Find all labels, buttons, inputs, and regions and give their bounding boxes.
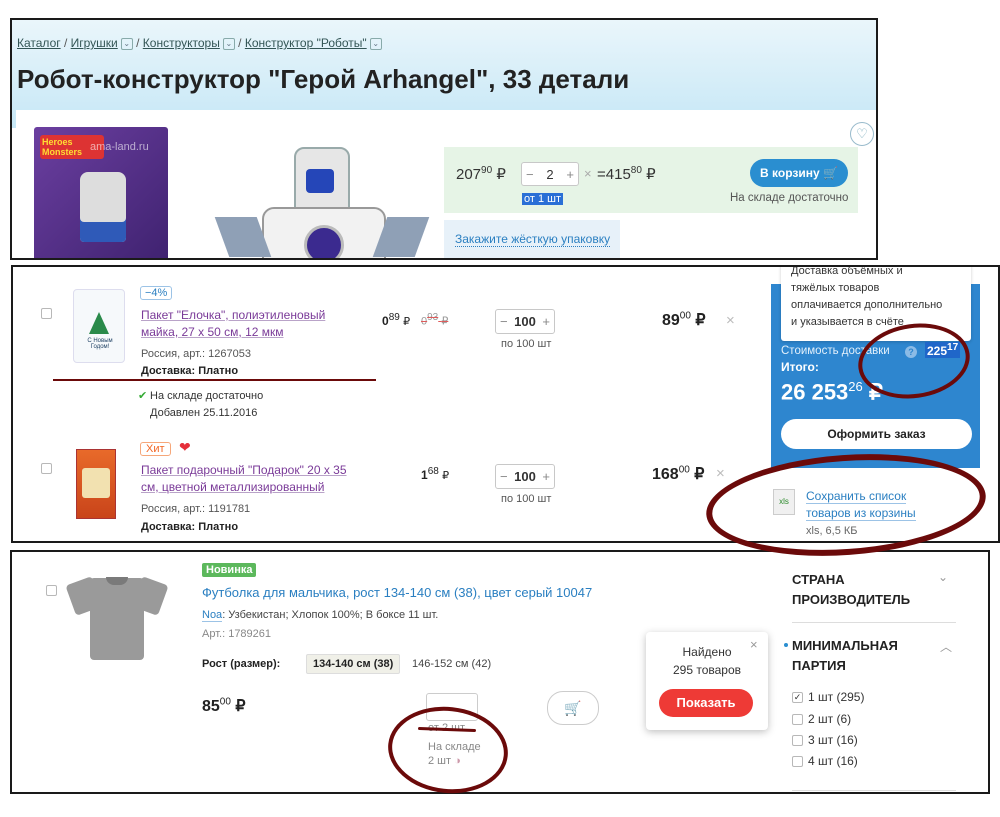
tshirt-image[interactable] bbox=[65, 574, 169, 664]
filter-country-title[interactable]: СТРАНА ПРОИЗВОДИТЕЛЬ bbox=[792, 570, 910, 610]
robot-mini-icon bbox=[80, 172, 126, 242]
filter-min-title[interactable]: МИНИМАЛЬНАЯ ПАРТИЯ bbox=[792, 636, 898, 676]
item-checkbox[interactable] bbox=[46, 585, 57, 596]
filter-option-label[interactable]: 1 шт (295) bbox=[808, 690, 864, 704]
gift-bag-image[interactable] bbox=[76, 449, 116, 519]
item-name-link[interactable]: Пакет подарочный "Подарок" 20 х 35 см, ц… bbox=[141, 462, 347, 496]
packaging-link[interactable]: Закажите жёсткую упаковку bbox=[444, 220, 620, 258]
listing-cart-button[interactable]: 🛒 bbox=[547, 691, 599, 725]
add-to-cart-button[interactable]: В корзину 🛒 bbox=[750, 159, 848, 187]
remove-icon[interactable]: × bbox=[716, 465, 725, 482]
times-icon: × bbox=[584, 166, 592, 181]
brand-link[interactable]: Noa bbox=[202, 609, 223, 622]
listing-article: Арт.: 1789261 bbox=[202, 628, 272, 640]
item-total: 16800 ₽ bbox=[652, 464, 705, 483]
plus-button[interactable]: + bbox=[542, 314, 550, 329]
page-title: Робот-конструктор "Герой Arhangel", 33 д… bbox=[17, 64, 630, 94]
item-checkbox[interactable] bbox=[41, 463, 52, 474]
product-robot-image[interactable] bbox=[214, 147, 430, 258]
listing-title-link[interactable]: Футболка для мальчика, рост 134-140 см (… bbox=[202, 585, 592, 600]
breadcrumb-robots[interactable]: Конструктор "Роботы" bbox=[245, 36, 367, 50]
item-total: 8900 ₽ bbox=[662, 310, 706, 329]
item-stock: На складе достаточно bbox=[150, 390, 264, 402]
new-badge: Новинка bbox=[202, 563, 257, 577]
quantity-value[interactable]: 100 bbox=[514, 469, 536, 484]
item-quantity-stepper[interactable]: − 100 + bbox=[495, 309, 555, 334]
unit-price: 20790 ₽ bbox=[456, 165, 506, 183]
item-origin: Россия, арт.: 1267053 bbox=[141, 348, 251, 360]
show-results-button[interactable]: Показать bbox=[659, 689, 753, 717]
total-label: Итого: bbox=[781, 360, 819, 374]
filter-checkbox-1[interactable]: ✓ bbox=[792, 692, 803, 703]
item-added: Добавлен 25.11.2016 bbox=[150, 407, 258, 419]
item-old-price: 093 ₽ bbox=[421, 312, 449, 328]
listing-price: 8500 ₽ bbox=[202, 696, 246, 715]
tree-icon bbox=[89, 312, 109, 334]
quantity-value[interactable]: 2 bbox=[546, 167, 553, 182]
minus-button[interactable]: − bbox=[500, 469, 508, 484]
item-price: 168 ₽ bbox=[421, 466, 450, 482]
quantity-value[interactable]: 100 bbox=[514, 314, 536, 329]
size-option-selected[interactable]: 134-140 см (38) bbox=[306, 654, 401, 674]
item-origin: Россия, арт.: 1191781 bbox=[141, 503, 251, 515]
chevron-down-icon[interactable]: ⌄ bbox=[120, 37, 133, 50]
filter-checkbox-3[interactable] bbox=[792, 735, 803, 746]
discount-badge: −4% bbox=[140, 286, 173, 300]
red-underline bbox=[53, 379, 376, 381]
minus-button[interactable]: − bbox=[500, 314, 508, 329]
filter-option-label[interactable]: 4 шт (16) bbox=[808, 754, 858, 768]
active-filter-dot bbox=[784, 643, 788, 647]
filter-divider bbox=[792, 790, 956, 791]
heart-icon[interactable]: ♡ bbox=[850, 122, 874, 146]
min-qty-note: от 1 шт bbox=[522, 193, 564, 205]
plus-button[interactable]: + bbox=[542, 469, 550, 484]
minus-button[interactable]: − bbox=[526, 167, 534, 182]
cart-icon: 🛒 bbox=[823, 166, 838, 180]
stock-status: На складе достаточно bbox=[730, 192, 849, 204]
hit-badge: Хит bbox=[140, 442, 171, 456]
item-checkbox[interactable] bbox=[41, 308, 52, 319]
found-label: Найдено bbox=[682, 645, 732, 659]
breadcrumb-toys[interactable]: Игрушки bbox=[71, 36, 118, 50]
remove-icon[interactable]: × bbox=[726, 312, 735, 329]
total-price: =41580 ₽ bbox=[597, 165, 656, 183]
qty-note: по 100 шт bbox=[501, 338, 552, 350]
product-box-image[interactable]: Heroes Monsters ama-land.ru bbox=[34, 127, 168, 258]
filter-option-label[interactable]: 3 шт (16) bbox=[808, 733, 858, 747]
filter-checkbox-2[interactable] bbox=[792, 714, 803, 725]
chevron-down-icon[interactable]: ⌄ bbox=[938, 570, 948, 584]
product-panel: Каталог / Игрушки ⌄ / Конструкторы ⌄ / Кон… bbox=[10, 18, 878, 260]
breadcrumb-constructors[interactable]: Конструкторы bbox=[143, 36, 220, 50]
filter-divider bbox=[792, 622, 956, 623]
found-count: 295 товаров bbox=[672, 663, 742, 677]
item-quantity-stepper[interactable]: − 100 + bbox=[495, 464, 555, 489]
cart-icon: 🛒 bbox=[564, 700, 582, 716]
breadcrumb-catalog[interactable]: Каталог bbox=[17, 36, 61, 50]
heart-filled-icon: ❤ bbox=[179, 439, 191, 455]
chevron-down-icon[interactable]: ⌄ bbox=[369, 37, 382, 50]
filter-option-label[interactable]: 2 шт (6) bbox=[808, 712, 851, 726]
chevron-up-icon[interactable]: ︿ bbox=[940, 638, 952, 655]
size-option[interactable]: 146-152 см (42) bbox=[412, 658, 491, 670]
item-delivery: Доставка: Платно bbox=[141, 365, 239, 377]
filter-checkbox-4[interactable] bbox=[792, 756, 803, 767]
checkout-button[interactable]: Оформить заказ bbox=[781, 419, 972, 449]
watermark: ama-land.ru bbox=[90, 141, 149, 153]
item-price: 089 ₽ bbox=[382, 312, 411, 328]
bag-tree-image[interactable]: С Новым Годом! bbox=[73, 289, 125, 363]
chevron-down-icon[interactable]: ⌄ bbox=[222, 37, 235, 50]
size-label: Рост (размер): bbox=[202, 658, 281, 670]
quantity-stepper[interactable]: − 2 + bbox=[521, 162, 579, 186]
check-icon: ✔ bbox=[138, 390, 148, 402]
item-delivery: Доставка: Платно bbox=[141, 521, 239, 533]
listing-details: Noa: Узбекистан; Хлопок 100%; В боксе 11… bbox=[202, 609, 439, 622]
plus-button[interactable]: + bbox=[566, 167, 574, 182]
breadcrumb: Каталог / Игрушки ⌄ / Конструкторы ⌄ / Кон… bbox=[17, 36, 382, 50]
item-name-link[interactable]: Пакет "Елочка", полиэтиленовый майка, 27… bbox=[141, 307, 325, 341]
qty-note: по 100 шт bbox=[501, 493, 552, 505]
